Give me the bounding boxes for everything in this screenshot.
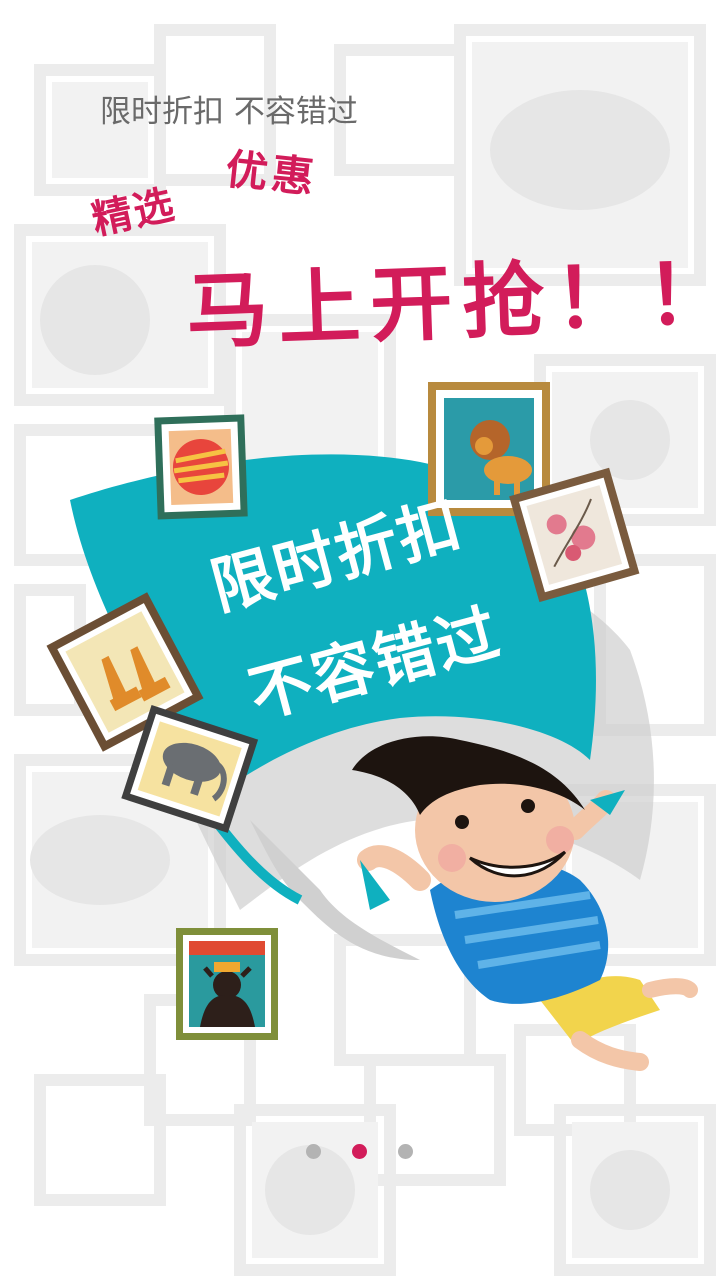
onboarding-splash[interactable]: 限时折扣 不容错过 优惠 精选 马上开抢！！ 限时折扣 不容错过 [0, 0, 720, 1280]
tribal-picture-frame [176, 928, 278, 1040]
sun-picture-frame [154, 414, 248, 520]
pager-dot-3[interactable] [398, 1144, 413, 1159]
pager-dot-1[interactable] [306, 1144, 321, 1159]
pager-dot-2-active[interactable] [352, 1144, 367, 1159]
